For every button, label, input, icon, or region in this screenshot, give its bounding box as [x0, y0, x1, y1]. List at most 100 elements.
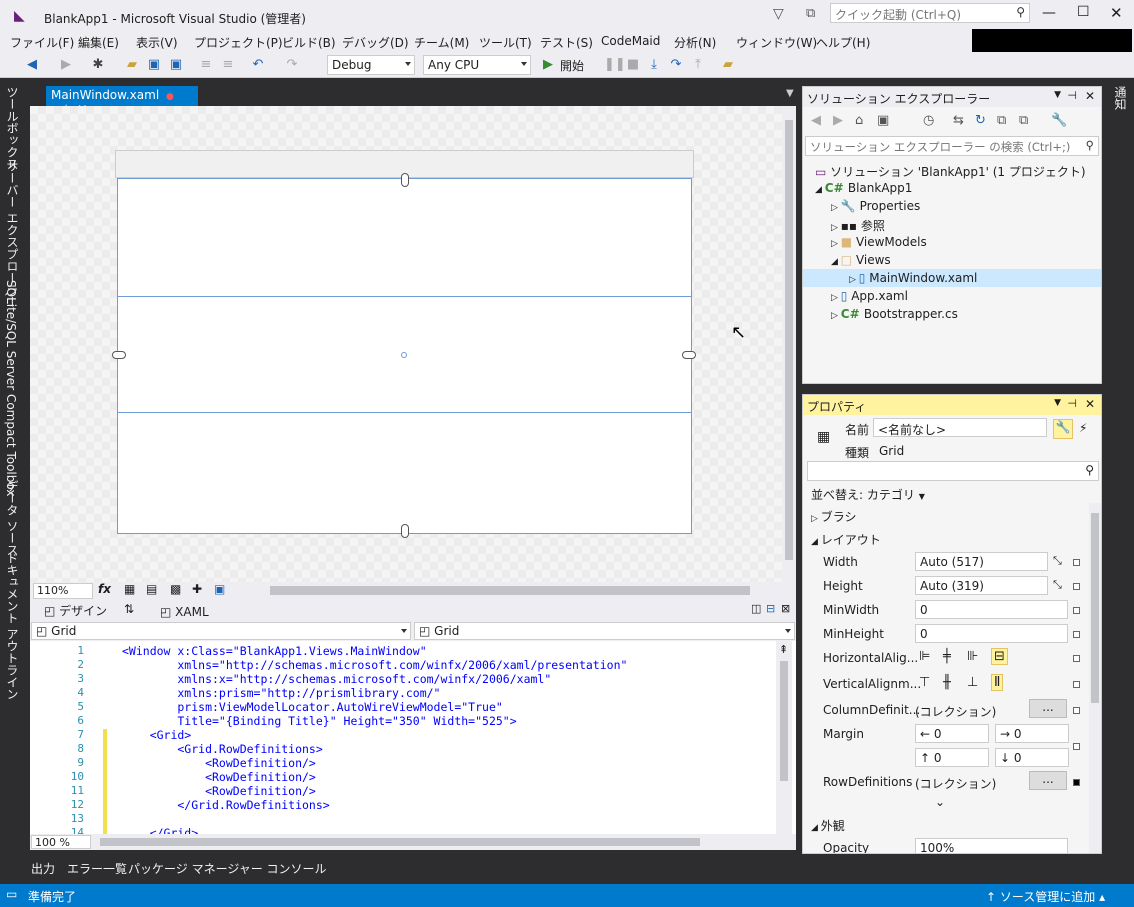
back-icon[interactable]: ◀ — [24, 57, 40, 73]
grid-resize-handle-left[interactable] — [112, 351, 126, 359]
menu-build[interactable]: ビルド(B) — [282, 34, 336, 51]
advanced-options-marker[interactable] — [1073, 631, 1080, 638]
pin-icon[interactable]: ⊣ — [1067, 89, 1077, 102]
zoom-select[interactable]: 110% — [33, 583, 93, 599]
grid-resize-handle-top[interactable] — [401, 173, 409, 187]
data-sources-tab[interactable]: データ ソース — [4, 480, 21, 556]
solution-config-select[interactable]: Debug — [327, 55, 415, 75]
error-list-tab[interactable]: エラー一覧 — [67, 860, 127, 877]
category-layout[interactable]: ◢ レイアウト — [811, 531, 881, 548]
expand-more-icon[interactable]: ⌄ — [935, 795, 945, 809]
collapsed-arrow-icon[interactable]: ▷ — [831, 203, 841, 213]
advanced-options-marker[interactable] — [1073, 655, 1080, 662]
editor-vscrollbar[interactable]: ⇞ — [776, 641, 792, 834]
valign-center-icon[interactable]: ╫ — [943, 675, 951, 690]
start-play-icon[interactable]: ▶ — [540, 57, 556, 73]
collapsed-arrow-icon[interactable]: ▷ — [831, 239, 841, 249]
prop-width-input[interactable]: Auto (517) — [915, 552, 1048, 571]
xaml-tab[interactable]: ◰ XAML — [160, 605, 209, 619]
tree-item-references[interactable]: ▷ ▪▪ 参照 — [831, 217, 885, 234]
menu-file[interactable]: ファイル(F) — [10, 34, 74, 51]
advanced-options-marker[interactable] — [1073, 559, 1080, 566]
design-tab[interactable]: ◰ デザイン — [44, 602, 107, 619]
sort-dropdown[interactable]: 並べ替え: カテゴリ ▼ — [811, 486, 925, 503]
advanced-options-marker[interactable] — [1073, 607, 1080, 614]
designer-vscrollbar[interactable] — [782, 106, 796, 582]
code-line[interactable]: prism:ViewModelLocator.AutoWireViewModel… — [122, 700, 502, 714]
split-editor-icon[interactable]: ⇞ — [779, 643, 788, 656]
properties-wrench-icon[interactable]: 🔧 — [1051, 113, 1067, 128]
sync-icon[interactable]: ⇆ — [953, 113, 964, 128]
collapsed-arrow-icon[interactable]: ▷ — [849, 275, 859, 285]
solution-explorer-search[interactable]: ソリューション エクスプローラー の検索 (Ctrl+;) ⚲ — [805, 136, 1099, 156]
save-icon[interactable]: ▣ — [146, 57, 162, 73]
stop-icon[interactable]: ■ — [625, 57, 641, 73]
panel-menu-icon[interactable]: ▼ — [1054, 90, 1061, 100]
properties-search[interactable]: ⚲ — [807, 461, 1099, 481]
save-all-icon[interactable]: ▣ — [168, 57, 184, 73]
menu-help[interactable]: ヘルプ(H) — [816, 34, 870, 51]
grid-lines-icon[interactable]: ▦ — [124, 582, 135, 596]
minimize-button[interactable]: — — [1042, 5, 1056, 21]
package-manager-console-tab[interactable]: パッケージ マネージャー コンソール — [128, 860, 327, 877]
project-code-icon[interactable]: ▣ — [214, 582, 225, 596]
margin-right-input[interactable]: → 0 — [995, 724, 1069, 743]
redo-icon[interactable]: ↷ — [284, 57, 300, 73]
home-icon[interactable]: ⌂ — [855, 113, 863, 128]
editor-zoom-select[interactable]: 100 % — [31, 835, 91, 849]
code-line[interactable]: <RowDefinition/> — [122, 770, 316, 784]
expand-arrow-icon[interactable]: ◢ — [831, 257, 841, 267]
document-outline-tab[interactable]: ドキュメント アウトライン — [4, 552, 21, 700]
quick-launch-input[interactable]: クイック起動 (Ctrl+Q) ⚲ — [830, 3, 1030, 23]
panel-menu-icon[interactable]: ▼ — [1054, 398, 1061, 408]
tab-overflow-icon[interactable]: ▼ — [786, 88, 794, 99]
rowdefs-edit-button[interactable]: ... — [1029, 771, 1067, 790]
menu-edit[interactable]: 編集(E) — [78, 34, 119, 51]
close-icon[interactable]: ✕ — [1085, 397, 1095, 411]
collapsed-arrow-icon[interactable]: ▷ — [831, 223, 841, 233]
code-line[interactable]: <RowDefinition/> — [122, 756, 316, 770]
filter-icon[interactable]: ▽ — [773, 6, 784, 22]
align-stretch-icon[interactable]: ⊟ — [991, 648, 1008, 665]
swap-panes-icon[interactable]: ⇅ — [124, 602, 134, 616]
events-lightning-icon[interactable]: ⚡ — [1079, 421, 1087, 435]
align-right-icon[interactable]: ⊪ — [967, 649, 978, 664]
snap-grid-icon[interactable]: ▤ — [146, 582, 157, 596]
valign-bottom-icon[interactable]: ⊥ — [967, 675, 978, 690]
code-line[interactable]: <Grid.RowDefinitions> — [122, 742, 322, 756]
collapse-pane-icon[interactable]: ⊠ — [781, 602, 790, 615]
output-tab[interactable]: 出力 — [31, 860, 55, 877]
start-button-label[interactable]: 開始 — [560, 57, 584, 74]
collapsed-arrow-icon[interactable]: ▷ — [831, 293, 841, 303]
prop-opacity-input[interactable]: 100% — [915, 838, 1068, 853]
feedback-icon[interactable]: ⧉ — [806, 6, 815, 21]
advanced-options-marker[interactable] — [1073, 583, 1080, 590]
pause-icon[interactable]: ❚❚ — [604, 57, 626, 73]
code-line[interactable]: xmlns:prism="http://prismlibrary.com/" — [122, 686, 440, 700]
valign-top-icon[interactable]: ⊤ — [919, 675, 930, 690]
tree-item-viewmodels[interactable]: ▷ ■ ViewModels — [831, 235, 927, 249]
search-icon[interactable]: ⚲ — [1086, 138, 1094, 152]
vertical-split-icon[interactable]: ◫ — [751, 602, 761, 615]
undo-icon[interactable]: ↶ — [250, 57, 266, 73]
editor-vscroll-thumb[interactable] — [780, 661, 788, 781]
source-control-button[interactable]: ↑ ソース管理に追加 ▴ — [986, 888, 1105, 905]
toolbox-tab[interactable]: ツールボックス — [4, 86, 21, 170]
fx-icon[interactable]: fx — [98, 582, 111, 596]
forward-icon[interactable]: ▶ — [58, 57, 74, 73]
prop-minwidth-input[interactable]: 0 — [915, 600, 1068, 619]
menu-analyze[interactable]: 分析(N) — [674, 34, 716, 51]
forward-icon[interactable]: ▶ — [833, 113, 843, 128]
hscroll-thumb[interactable] — [270, 586, 750, 595]
back-icon[interactable]: ◀ — [811, 113, 821, 128]
menu-tools[interactable]: ツール(T) — [479, 34, 532, 51]
menu-debug[interactable]: デバッグ(D) — [342, 34, 409, 51]
code-line[interactable]: <Window x:Class="BlankApp1.Views.MainWin… — [122, 644, 427, 658]
artboard-icon[interactable]: ▩ — [170, 582, 181, 596]
horizontal-split-icon[interactable]: ⊟ — [766, 602, 775, 615]
pin-icon[interactable]: ⊣ — [1067, 397, 1077, 410]
tree-item-app-xaml[interactable]: ▷ ▯ App.xaml — [831, 289, 908, 303]
step-out-icon[interactable]: ⤒ — [690, 57, 706, 73]
search-icon[interactable]: ⚲ — [1016, 5, 1025, 19]
align-center-icon[interactable]: ╪ — [943, 649, 951, 664]
